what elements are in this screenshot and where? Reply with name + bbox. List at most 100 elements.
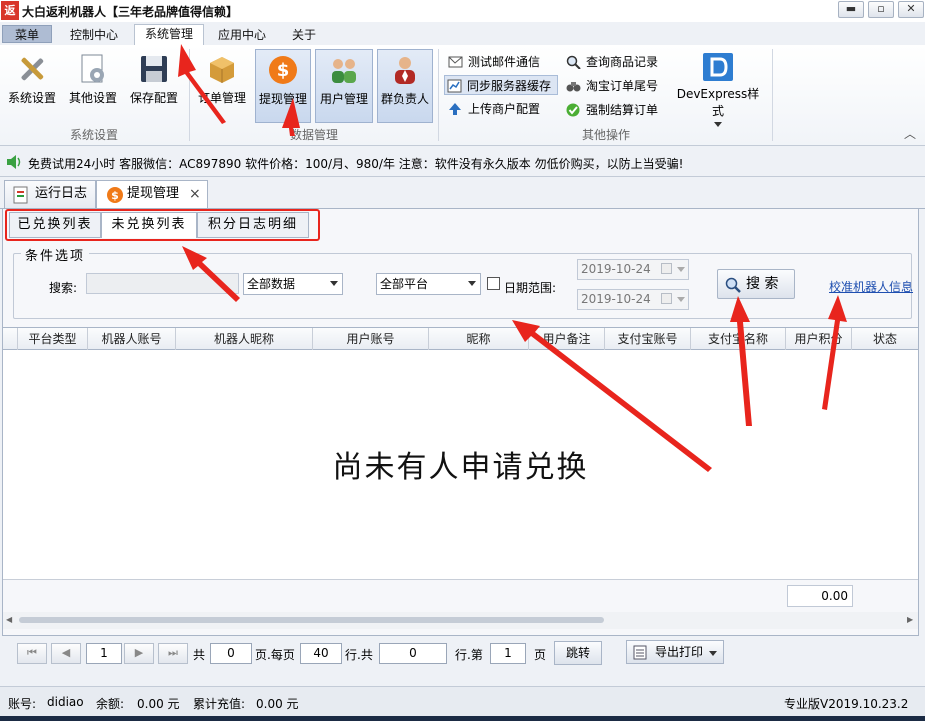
test-mail-label: 测试邮件通信 <box>468 55 541 69</box>
other-settings-label: 其他设置 <box>68 91 117 105</box>
last-page-button[interactable]: ⏭ <box>158 643 188 664</box>
column-nickname[interactable]: 昵称 <box>429 328 529 350</box>
taobao-order-suffix-label: 淘宝订单尾号 <box>586 79 659 93</box>
column-status[interactable]: 状态 <box>852 328 918 350</box>
tab-system-management[interactable]: 系统管理 <box>134 24 204 47</box>
dollar-coin-icon: $ <box>267 54 299 86</box>
date-from-picker[interactable]: 2019-10-24 <box>577 259 689 280</box>
next-page-button[interactable]: ▶ <box>124 643 154 664</box>
recharge-value: 0.00 元 <box>256 697 299 711</box>
data-filter-value: 全部数据 <box>247 277 296 291</box>
date-range-checkbox[interactable] <box>487 277 500 290</box>
per-page-label: 页.每页 <box>255 648 295 662</box>
tab-menu[interactable]: 菜单 <box>2 25 52 43</box>
chevron-down-icon <box>677 297 685 302</box>
tab-about[interactable]: 关于 <box>284 26 324 46</box>
menu-tab-bar: 菜单 控制中心 系统管理 应用中心 关于 <box>0 22 925 47</box>
package-icon <box>206 53 238 85</box>
column-user-remark[interactable]: 用户备注 <box>529 328 605 350</box>
account-value: didiao <box>47 695 84 709</box>
tab-app-center[interactable]: 应用中心 <box>210 26 274 46</box>
users-group-icon <box>328 54 360 86</box>
force-settle-button[interactable]: 强制结算订单 <box>564 100 664 120</box>
doc-tab-run-log[interactable]: 运行日志 <box>4 180 96 209</box>
test-mail-button[interactable]: 测试邮件通信 <box>446 52 558 72</box>
column-alipay-name[interactable]: 支付宝名称 <box>691 328 786 350</box>
ribbon-separator <box>189 49 190 141</box>
goto-label: 行.第 <box>455 648 483 662</box>
minimize-button[interactable]: ▬ <box>838 1 864 18</box>
prev-page-button[interactable]: ◀ <box>51 643 81 664</box>
total-pages: 0 <box>210 643 252 664</box>
search-button[interactable]: 搜 索 <box>717 269 795 299</box>
platform-filter-value: 全部平台 <box>380 277 429 291</box>
chevron-down-icon[interactable] <box>709 651 717 656</box>
date-range-label: 日期范围: <box>504 281 557 295</box>
doc-tab-withdraw-management[interactable]: $ 提现管理 × <box>96 180 208 209</box>
jump-button[interactable]: 跳转 <box>554 641 602 665</box>
column-user-account[interactable]: 用户账号 <box>313 328 429 350</box>
date-to-picker[interactable]: 2019-10-24 <box>577 289 689 310</box>
chevron-down-icon <box>468 281 476 286</box>
sync-cache-button[interactable]: 同步服务器缓存 <box>444 75 558 95</box>
per-page-input[interactable]: 40 <box>300 643 342 664</box>
check-circle-icon <box>566 103 580 117</box>
points-sum: 0.00 <box>787 585 853 607</box>
column-robot-account[interactable]: 机器人账号 <box>88 328 176 350</box>
app-logo-icon: 返 <box>1 1 19 20</box>
save-config-button[interactable]: 保存配置 <box>126 49 182 123</box>
query-goods-button[interactable]: 查询商品记录 <box>564 52 664 72</box>
ribbon-separator <box>438 49 439 141</box>
collapse-ribbon-icon[interactable]: ︿ <box>904 125 916 142</box>
calibrate-robot-link[interactable]: 校准机器人信息 <box>829 278 918 295</box>
column-alipay-account[interactable]: 支付宝账号 <box>605 328 691 350</box>
withdraw-management-label: 提现管理 <box>258 92 307 106</box>
document-gear-icon <box>77 53 109 85</box>
first-page-button[interactable]: ⏮ <box>17 643 47 664</box>
close-window-button[interactable]: ✕ <box>898 1 924 18</box>
maximize-button[interactable]: ▫ <box>868 1 894 18</box>
platform-filter-select[interactable]: 全部平台 <box>376 273 481 295</box>
column-user-points[interactable]: 用户积分 <box>786 328 852 350</box>
taskbar-edge <box>0 716 925 721</box>
print-document-icon <box>633 645 647 660</box>
horizontal-scrollbar[interactable]: ◀ ▶ <box>3 612 918 629</box>
grid-header: 平台类型 机器人账号 机器人昵称 用户账号 昵称 用户备注 支付宝账号 支付宝名… <box>3 328 918 350</box>
column-platform-type[interactable]: 平台类型 <box>18 328 88 350</box>
scroll-right-icon[interactable]: ▶ <box>907 615 913 624</box>
devexpress-style-button[interactable]: DevExpress样式 <box>672 53 764 127</box>
group-owner-button[interactable]: 群负责人 <box>377 49 433 123</box>
doc-tab-withdraw-label: 提现管理 <box>127 186 180 201</box>
export-print-button[interactable]: 导出打印 <box>626 640 724 664</box>
title-bar: 返 大白返利机器人【三年老品牌值得信赖】 ▬ ▫ ✕ <box>0 0 925 22</box>
taobao-order-suffix-button[interactable]: 淘宝订单尾号 <box>564 76 664 96</box>
ribbon-group-data-management: 数据管理 <box>289 128 338 142</box>
scroll-left-icon[interactable]: ◀ <box>6 615 12 624</box>
order-management-button[interactable]: 订单管理 <box>194 49 250 123</box>
withdraw-management-button[interactable]: $ 提现管理 <box>255 49 311 123</box>
goto-page-input[interactable]: 1 <box>490 643 526 664</box>
user-management-button[interactable]: 用户管理 <box>315 49 373 123</box>
close-tab-icon[interactable]: × <box>189 181 201 207</box>
floppy-disk-icon <box>138 53 170 85</box>
date-from-value: 2019-10-24 <box>581 262 651 276</box>
upload-merchant-button[interactable]: 上传商户配置 <box>446 99 558 119</box>
svg-text:$: $ <box>111 189 119 202</box>
version-text: 专业版V2019.10.23.2 <box>784 697 909 711</box>
data-filter-select[interactable]: 全部数据 <box>243 273 343 295</box>
search-input[interactable] <box>86 273 239 294</box>
speaker-icon <box>7 155 21 169</box>
scrollbar-thumb[interactable] <box>19 617 604 623</box>
search-icon <box>725 277 741 293</box>
ribbon: 系统设置 其他设置 保存配置 订单管理 $ 提现管理 用户管理 群负责人 测试邮… <box>0 45 925 146</box>
devexpress-style-label: DevExpress样式 <box>676 87 760 118</box>
ribbon-group-system-settings: 系统设置 <box>69 128 118 142</box>
column-robot-nickname[interactable]: 机器人昵称 <box>176 328 313 350</box>
chevron-down-icon <box>677 267 685 272</box>
other-settings-button[interactable]: 其他设置 <box>64 49 122 123</box>
current-page-input[interactable]: 1 <box>86 643 122 664</box>
ribbon-separator <box>772 49 773 141</box>
empty-message: 尚未有人申请兑换 <box>332 450 589 485</box>
tab-control-center[interactable]: 控制中心 <box>62 26 126 46</box>
system-settings-button[interactable]: 系统设置 <box>4 49 60 123</box>
